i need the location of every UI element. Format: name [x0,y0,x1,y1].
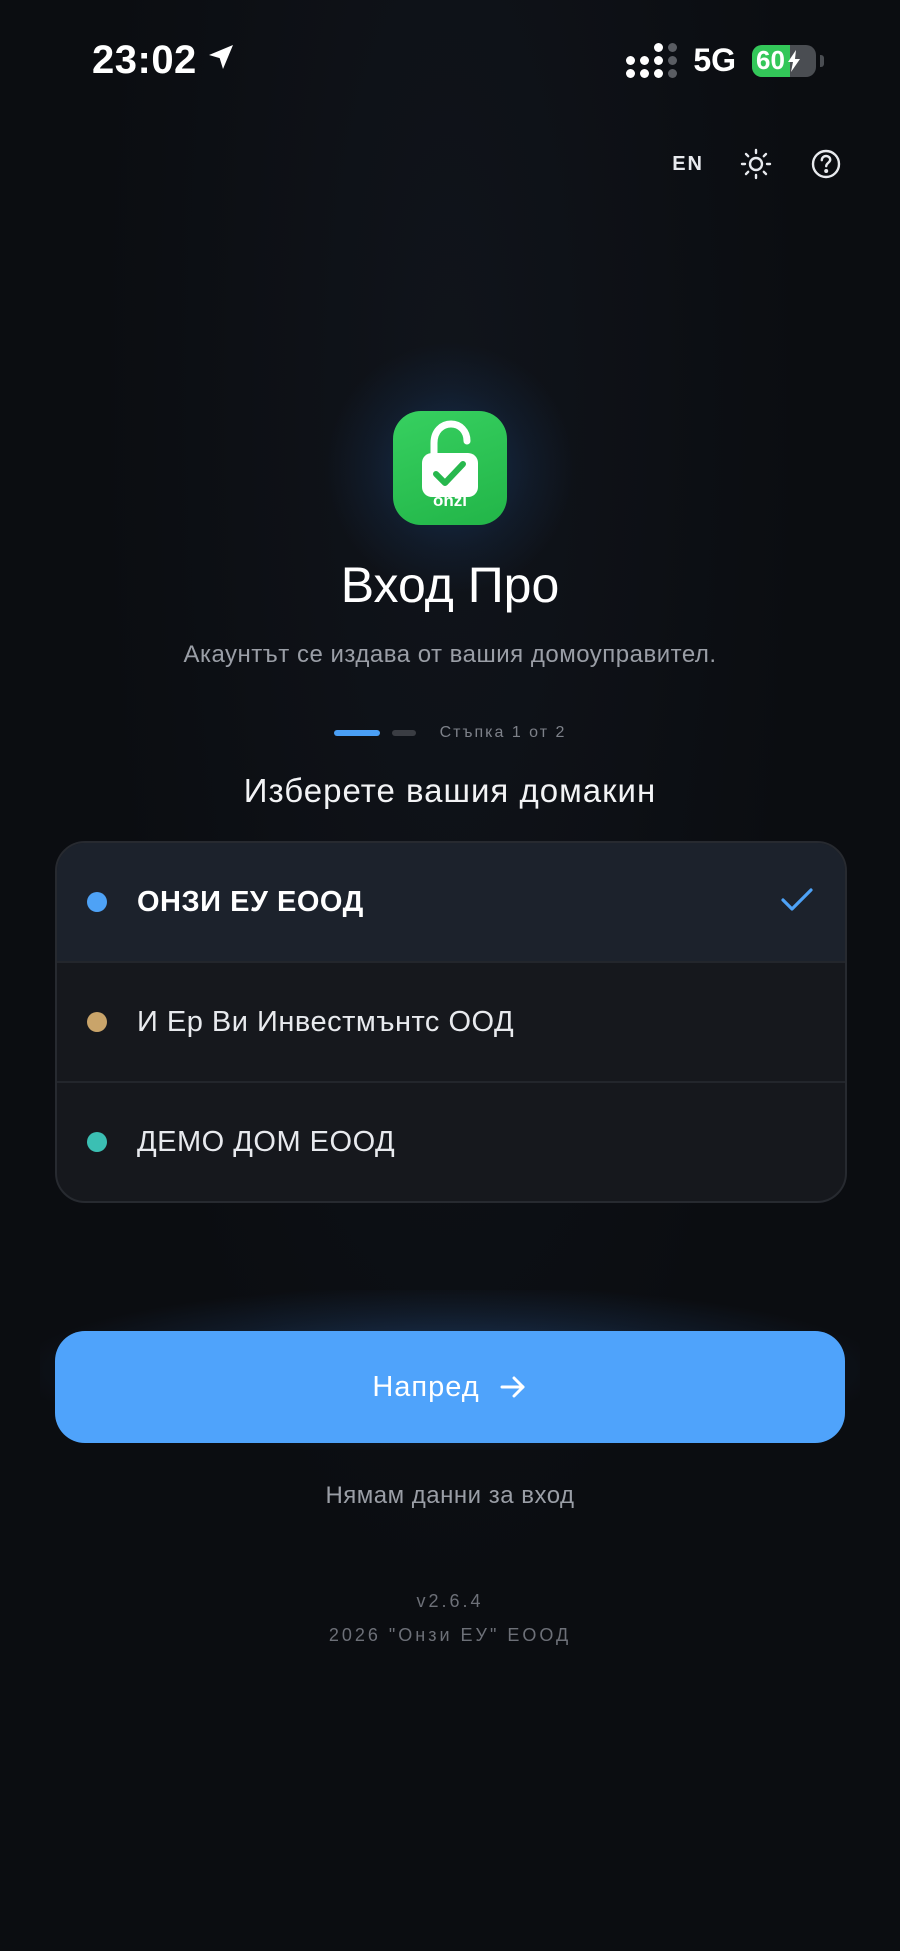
checkmark-icon [781,887,813,918]
page-subtitle: Акаунтът се издава от вашия домоуправите… [183,641,717,668]
logo-text: onzi [433,491,467,510]
help-circle-icon[interactable] [808,146,844,182]
host-color-dot [87,1012,107,1032]
next-button-label: Напред [372,1370,480,1403]
arrow-right-icon [500,1376,525,1398]
status-indicators: 5G 60 [626,42,824,79]
cellular-signal-icon [626,43,678,78]
step-bar-active [333,730,380,736]
top-toolbar: EN [672,146,844,182]
host-label: ОНЗИ ЕУ ЕООД [137,885,364,918]
step-label: Стъпка 1 от 2 [439,724,567,741]
host-option-demo[interactable]: ДЕМО ДОМ ЕООД [57,1083,845,1201]
host-color-dot [87,892,107,912]
host-list: ОНЗИ ЕУ ЕООД И Ер Ви Инвестмънтс ООД ДЕМ… [55,841,847,1203]
battery-cap [820,54,824,67]
network-type: 5G [693,42,736,78]
battery-level: 60 [756,45,785,75]
step-indicator: Стъпка 1 от 2 [0,724,900,742]
host-label: И Ер Ви Инвестмънтс ООД [137,1005,515,1038]
battery-icon: 60 [752,44,816,77]
language-button[interactable]: EN [672,153,704,176]
sun-icon[interactable] [738,146,774,182]
host-option-erv[interactable]: И Ер Ви Инвестмънтс ООД [57,963,845,1083]
next-button[interactable]: Напред [55,1331,845,1443]
status-bar: 23:02 5G 60 [0,34,900,90]
charging-bolt-icon [787,49,800,72]
copyright-text: 2026 "Онзи ЕУ" ЕООД [328,1625,572,1645]
logo-badge: onzi [393,411,507,525]
app-logo: onzi [323,341,577,595]
host-section-title: Изберете вашия домакин [243,772,657,809]
no-credentials-link[interactable]: Нямам данни за вход [0,1482,900,1510]
app-version: v2.6.4 [416,1591,484,1611]
status-time: 23:02 [92,38,237,83]
host-label: ДЕМО ДОМ ЕООД [137,1125,396,1158]
login-screen: 23:02 5G 60 EN onzi Вход Про Акаунтът се… [0,0,900,1951]
location-arrow-icon [205,38,237,83]
page-title: Вход Про [340,557,560,613]
host-option-onzi[interactable]: ОНЗИ ЕУ ЕООД [57,843,845,963]
host-color-dot [87,1132,107,1152]
step-bar-inactive [391,730,416,736]
status-time-label: 23:02 [92,38,197,82]
